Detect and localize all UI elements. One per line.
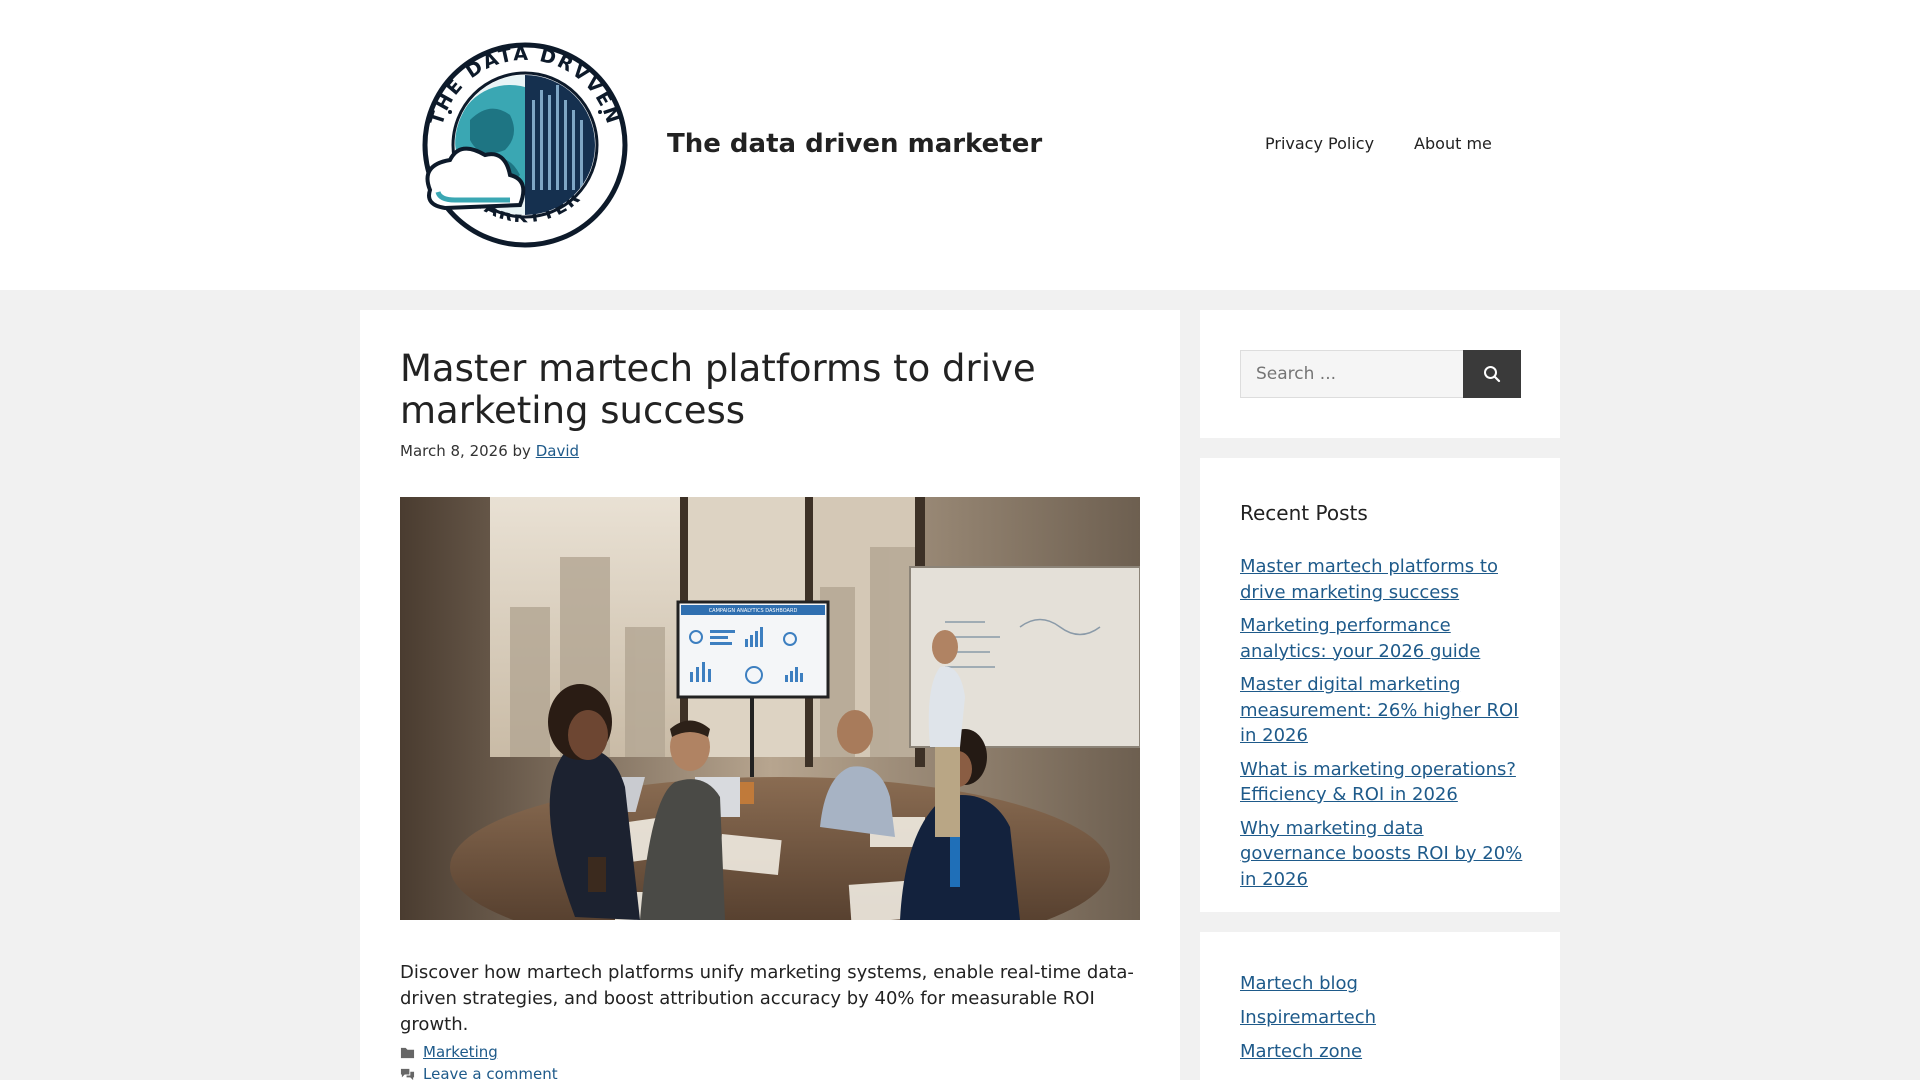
category-row: Marketing: [400, 1041, 558, 1063]
recent-post-link[interactable]: Master digital marketing measurement: 26…: [1240, 674, 1519, 746]
recent-post-link[interactable]: Marketing performance analytics: your 20…: [1240, 615, 1480, 662]
featured-image[interactable]: CAMPAIGN ANALYTICS DASHBOARD: [400, 497, 1140, 920]
list-item: What is marketing operations? Efficiency…: [1240, 757, 1530, 808]
search-input[interactable]: [1240, 350, 1463, 398]
main-navigation: Privacy Policy About me: [1265, 132, 1492, 156]
post-meta: March 8, 2026 by David: [400, 441, 579, 461]
list-item: Marketing performance analytics: your 20…: [1240, 613, 1530, 664]
list-item: Martech blog: [1240, 971, 1376, 997]
list-item: Martech zone: [1240, 1039, 1376, 1065]
post-card: Master martech platforms to drive market…: [360, 310, 1180, 1080]
leave-comment-link[interactable]: Leave a comment: [423, 1063, 558, 1080]
recent-post-link[interactable]: Why marketing data governance boosts ROI…: [1240, 818, 1522, 890]
search-widget: [1200, 310, 1560, 438]
link-martech-blog[interactable]: Martech blog: [1240, 973, 1358, 994]
post-date: March 8, 2026: [400, 442, 508, 460]
dashboard-screen-title: CAMPAIGN ANALYTICS DASHBOARD: [709, 608, 798, 614]
post-title[interactable]: Master martech platforms to drive market…: [400, 348, 1140, 432]
search-icon: [1484, 366, 1501, 383]
recent-post-link[interactable]: What is marketing operations? Efficiency…: [1240, 759, 1516, 806]
link-martech-zone[interactable]: Martech zone: [1240, 1041, 1362, 1062]
post-by-label: by: [512, 442, 531, 460]
recent-posts-list: Master martech platforms to drive market…: [1240, 554, 1530, 900]
search-button[interactable]: [1463, 350, 1521, 398]
recent-posts-title: Recent Posts: [1240, 501, 1368, 525]
site-title[interactable]: The data driven marketer: [667, 128, 1042, 160]
post-author-link[interactable]: David: [536, 442, 579, 460]
comments-icon: [400, 1068, 415, 1080]
list-item: Why marketing data governance boosts ROI…: [1240, 816, 1530, 893]
post-excerpt: Discover how martech platforms unify mar…: [400, 962, 1134, 1035]
folder-icon: [400, 1047, 415, 1058]
list-item: Inspiremartech: [1240, 1005, 1376, 1031]
logo-emblem-icon: THE DATA DRVVEN MARKTTER: [422, 42, 628, 248]
links-widget: Martech blog Inspiremartech Martech zone: [1200, 932, 1560, 1080]
list-item: Master martech platforms to drive market…: [1240, 554, 1530, 605]
site-header: THE DATA DRVVEN MARKTTER: [0, 0, 1920, 290]
nav-item-about-me[interactable]: About me: [1414, 132, 1492, 156]
recent-post-link[interactable]: Master martech platforms to drive market…: [1240, 556, 1498, 603]
site-logo[interactable]: THE DATA DRVVEN MARKTTER: [410, 40, 640, 250]
category-link[interactable]: Marketing: [423, 1041, 498, 1063]
link-inspiremartech[interactable]: Inspiremartech: [1240, 1007, 1376, 1028]
links-list: Martech blog Inspiremartech Martech zone: [1240, 971, 1376, 1073]
comment-row: Leave a comment: [400, 1063, 558, 1080]
list-item: Master digital marketing measurement: 26…: [1240, 672, 1530, 749]
post-footer-meta: Marketing Leave a comment: [400, 1041, 558, 1080]
meeting-photo-illustration: CAMPAIGN ANALYTICS DASHBOARD: [400, 497, 1140, 920]
recent-posts-widget: Recent Posts Master martech platforms to…: [1200, 458, 1560, 912]
nav-item-privacy-policy[interactable]: Privacy Policy: [1265, 132, 1374, 156]
